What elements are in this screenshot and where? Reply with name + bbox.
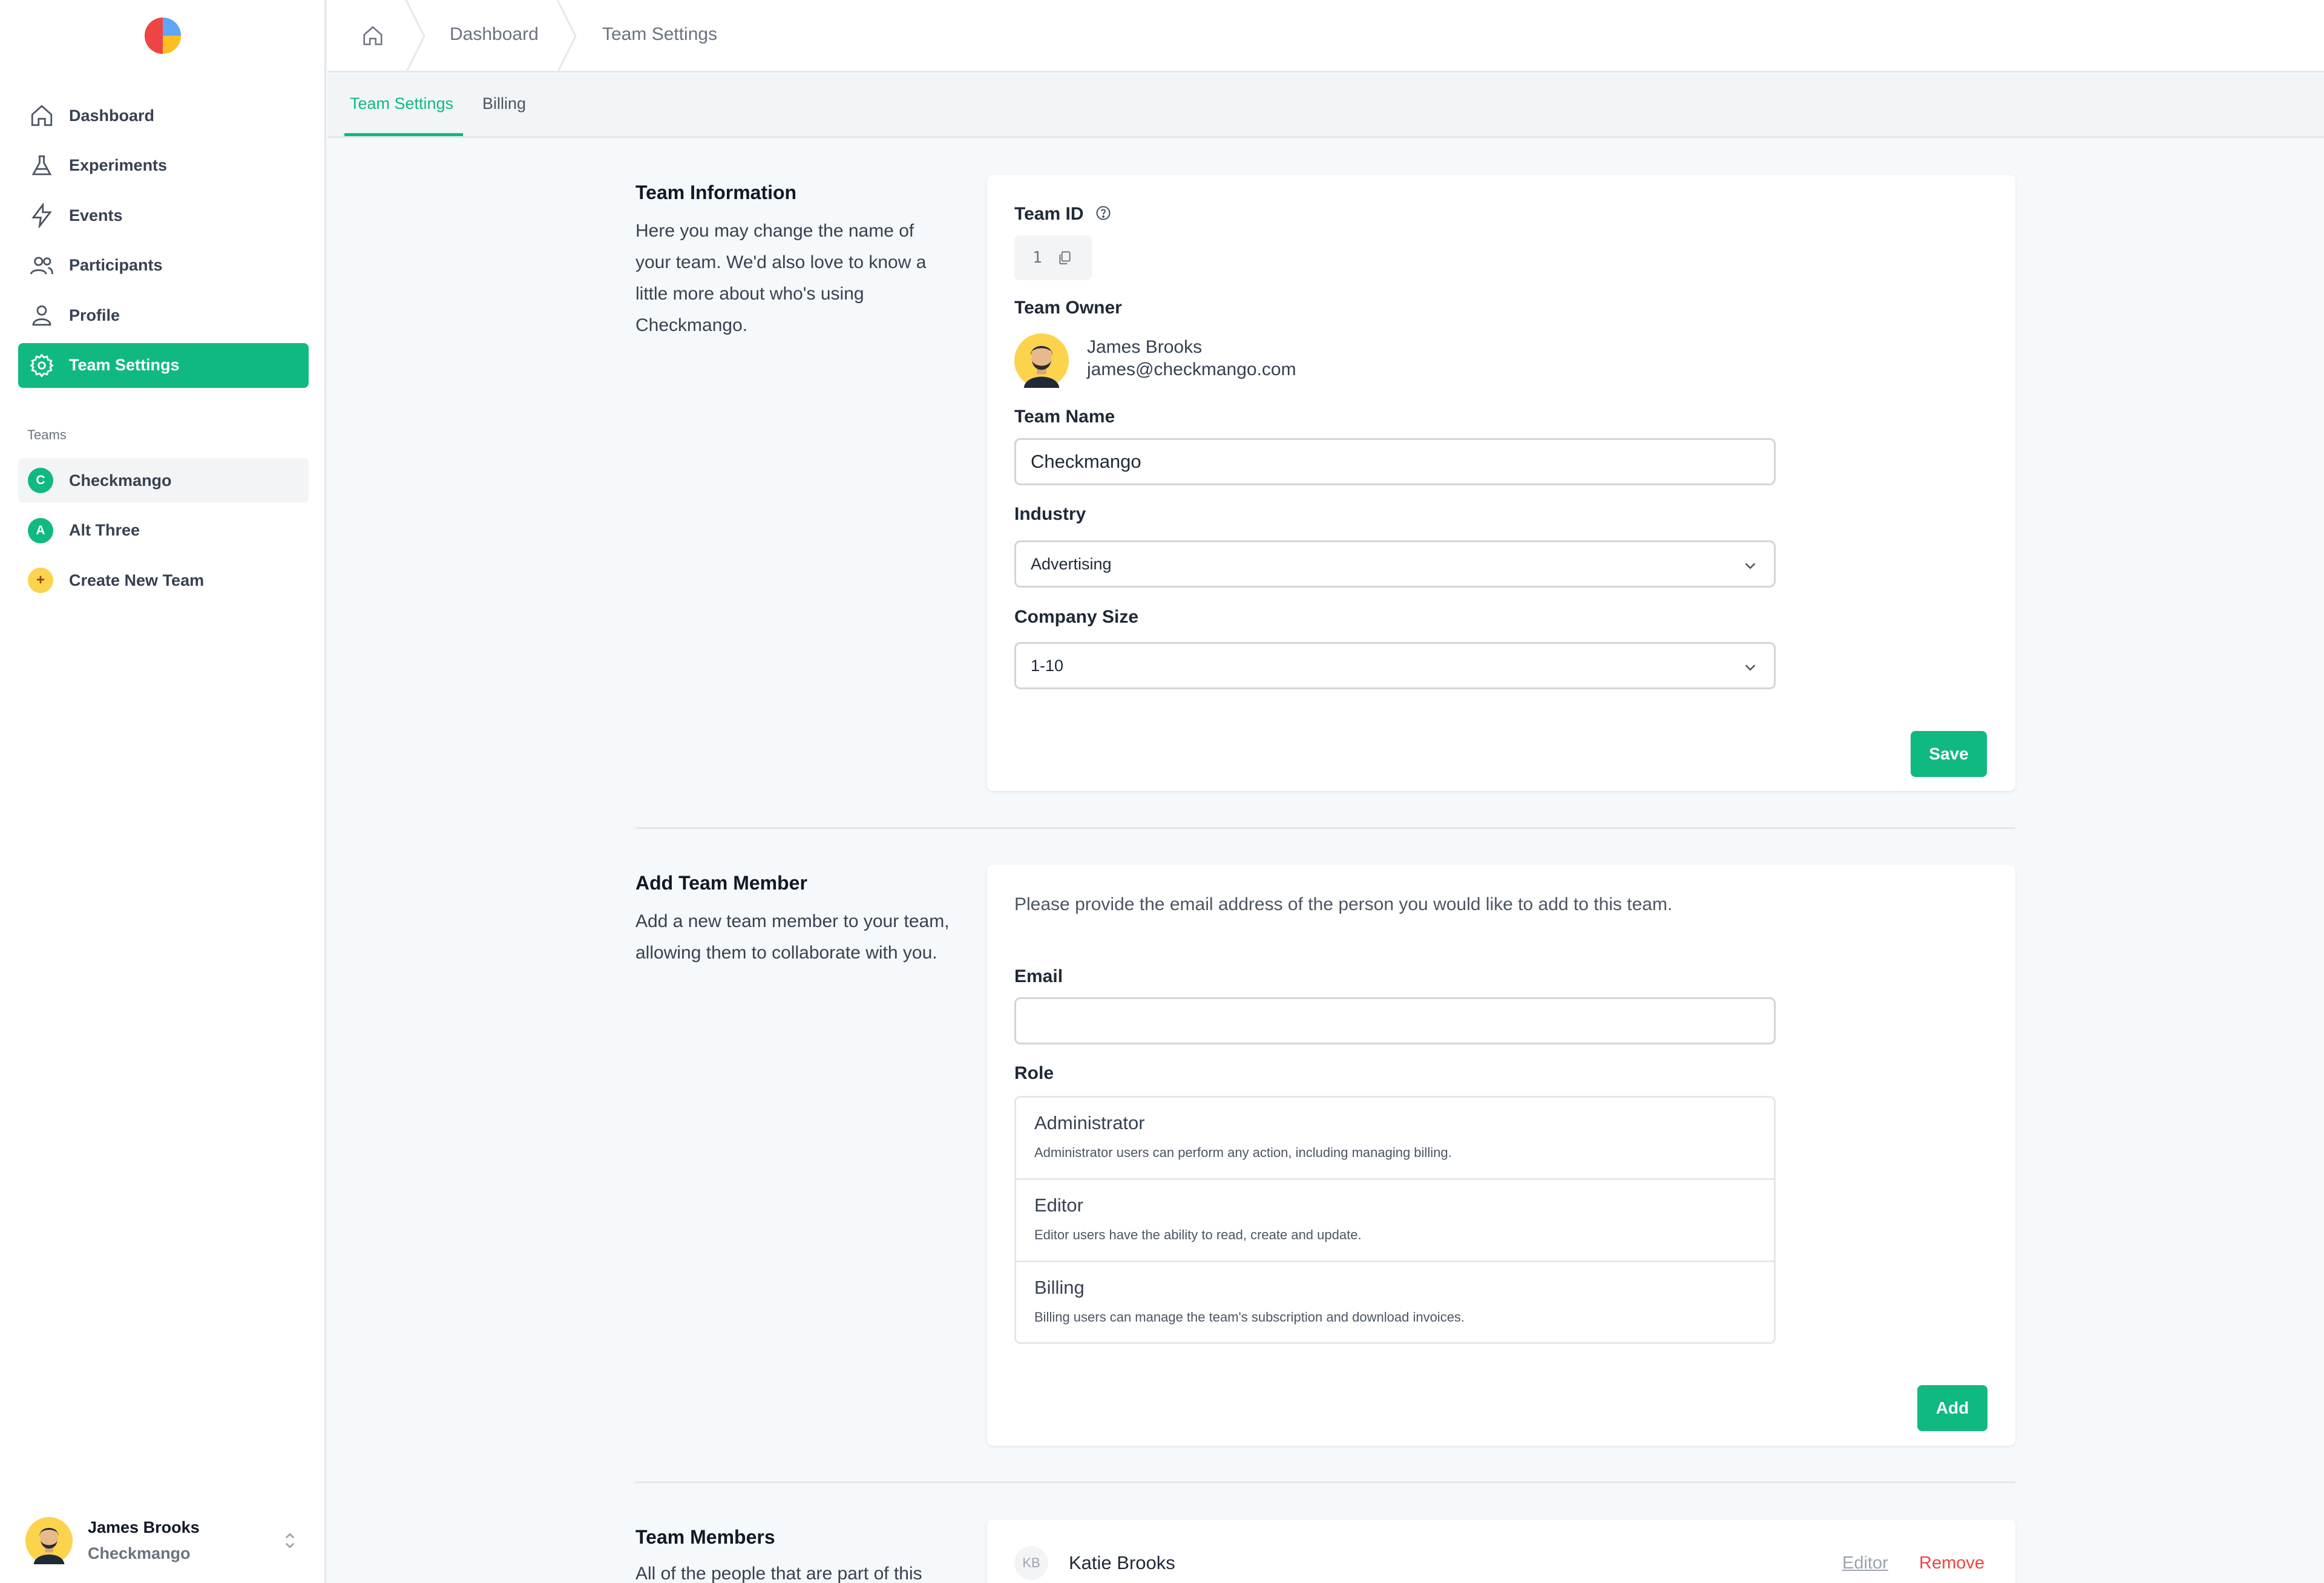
team-owner-label: Team Owner	[1014, 298, 1122, 318]
chevron-separator-icon	[556, 0, 577, 73]
members-title: Team Members	[635, 1526, 775, 1548]
plus-icon: +	[28, 568, 53, 593]
section-divider	[635, 1481, 2015, 1483]
nav-item-participants[interactable]: Participants	[18, 243, 309, 288]
team-id-value: 1	[1014, 235, 1092, 280]
team-info-description: Here you may change the name of your tea…	[635, 221, 927, 335]
add-member-description: Add a new team member to your team, allo…	[635, 911, 950, 963]
teams-heading: Teams	[27, 427, 67, 442]
remove-member-button[interactable]: Remove	[1919, 1553, 1984, 1573]
chevron-down-icon	[1745, 664, 1756, 671]
main-nav: Dashboard Experiments Events Participant…	[18, 93, 309, 393]
owner-name: James Brooks	[1087, 337, 1203, 357]
team-info-card: Team ID 1 Team Owner James Brooks james@…	[987, 175, 2015, 791]
team-id-label: Team ID	[1014, 204, 1112, 225]
add-member-instructions: Please provide the email address of the …	[1014, 894, 1673, 914]
nav-item-label: Experiments	[69, 156, 168, 174]
team-id-label-text: Team ID	[1014, 204, 1084, 224]
breadcrumb-team-settings[interactable]: Team Settings	[602, 24, 717, 45]
sidebar: Dashboard Experiments Events Participant…	[0, 0, 326, 1583]
nav-item-label: Participants	[69, 256, 163, 274]
team-badge: A	[28, 517, 53, 543]
email-label: Email	[1014, 966, 1063, 986]
team-item-alt-three[interactable]: A Alt Three	[18, 508, 309, 553]
nav-item-label: Dashboard	[69, 106, 155, 125]
user-team: Checkmango	[88, 1544, 191, 1562]
owner-email: james@checkmango.com	[1087, 359, 1296, 379]
save-button[interactable]: Save	[1911, 731, 1987, 777]
role-option-billing[interactable]: Billing Billing users can manage the tea…	[1016, 1262, 1774, 1342]
member-role-button[interactable]: Editor	[1842, 1553, 1888, 1573]
add-member-title: Add Team Member	[635, 872, 807, 894]
company-size-selected-value: 1-10	[1031, 656, 1064, 675]
chevron-separator-icon	[405, 0, 425, 73]
gear-icon	[30, 353, 54, 378]
industry-selected-value: Advertising	[1031, 554, 1112, 573]
user-icon	[32, 305, 51, 326]
owner-avatar	[1014, 333, 1069, 388]
role-description: Editor users have the ability to read, c…	[1034, 1227, 1362, 1242]
member-avatar: KB	[1014, 1546, 1048, 1580]
breadcrumb-dashboard[interactable]: Dashboard	[450, 24, 539, 45]
role-options: Administrator Administrator users can pe…	[1014, 1096, 1776, 1344]
team-item-checkmango[interactable]: C Checkmango	[18, 458, 309, 503]
email-input[interactable]	[1014, 997, 1776, 1044]
chevron-down-icon	[1745, 563, 1756, 569]
nav-item-label: Team Settings	[69, 356, 180, 374]
nav-item-label: Events	[69, 206, 123, 225]
members-description: All of the people that are part of this	[635, 1564, 922, 1583]
tab-team-settings[interactable]: Team Settings	[350, 94, 453, 113]
flask-icon	[31, 155, 52, 175]
role-label: Role	[1014, 1063, 1054, 1083]
tab-bar: Team Settings Billing	[327, 74, 2324, 138]
company-size-select[interactable]: 1-10	[1014, 642, 1776, 689]
user-info: James Brooks Checkmango	[88, 1518, 200, 1563]
team-id-text: 1	[1032, 249, 1042, 267]
users-icon	[30, 256, 53, 274]
user-menu[interactable]: James Brooks Checkmango	[25, 1516, 304, 1565]
role-name: Administrator	[1034, 1112, 1145, 1133]
add-member-card: Please provide the email address of the …	[987, 865, 2015, 1446]
tab-billing[interactable]: Billing	[482, 94, 526, 113]
chevron-up-down-icon	[285, 1533, 295, 1549]
team-name-input[interactable]	[1014, 438, 1776, 485]
teams-list: C Checkmango A Alt Three + Create New Te…	[18, 458, 309, 608]
team-info-title: Team Information	[635, 182, 797, 203]
role-description: Administrator users can perform any acti…	[1034, 1145, 1452, 1160]
members-card: KB Katie Brooks Editor Remove	[987, 1519, 2015, 1583]
nav-item-label: Profile	[69, 306, 120, 324]
user-name: James Brooks	[88, 1518, 200, 1536]
nav-item-dashboard[interactable]: Dashboard	[18, 93, 309, 138]
lightning-icon	[31, 203, 52, 228]
team-item-label: Checkmango	[69, 471, 172, 490]
home-icon[interactable]	[361, 24, 384, 47]
active-tab-indicator	[344, 133, 463, 136]
nav-item-team-settings[interactable]: Team Settings	[18, 342, 309, 388]
nav-item-events[interactable]: Events	[18, 193, 309, 238]
member-name: Katie Brooks	[1069, 1552, 1175, 1573]
home-icon	[31, 105, 53, 126]
industry-select[interactable]: Advertising	[1014, 540, 1776, 588]
role-option-editor[interactable]: Editor Editor users have the ability to …	[1016, 1180, 1774, 1262]
role-name: Billing	[1034, 1277, 1085, 1298]
company-size-label: Company Size	[1014, 607, 1139, 627]
breadcrumb: Dashboard Team Settings	[327, 0, 2324, 73]
role-description: Billing users can manage the team's subs…	[1034, 1309, 1465, 1325]
help-icon[interactable]	[1095, 205, 1112, 221]
team-item-label: Alt Three	[69, 521, 140, 539]
avatar	[25, 1517, 73, 1564]
team-name-label: Team Name	[1014, 407, 1115, 427]
team-badge: C	[28, 468, 53, 493]
nav-item-profile[interactable]: Profile	[18, 293, 309, 338]
section-divider	[635, 827, 2015, 829]
nav-item-experiments[interactable]: Experiments	[18, 143, 309, 188]
role-name: Editor	[1034, 1195, 1083, 1216]
logo-icon[interactable]	[144, 17, 182, 54]
create-team-button[interactable]: + Create New Team	[18, 558, 309, 603]
role-option-administrator[interactable]: Administrator Administrator users can pe…	[1016, 1098, 1774, 1180]
copy-icon[interactable]	[1057, 250, 1072, 266]
add-button[interactable]: Add	[1917, 1385, 1988, 1431]
industry-label: Industry	[1014, 504, 1086, 524]
team-item-label: Create New Team	[69, 571, 205, 589]
